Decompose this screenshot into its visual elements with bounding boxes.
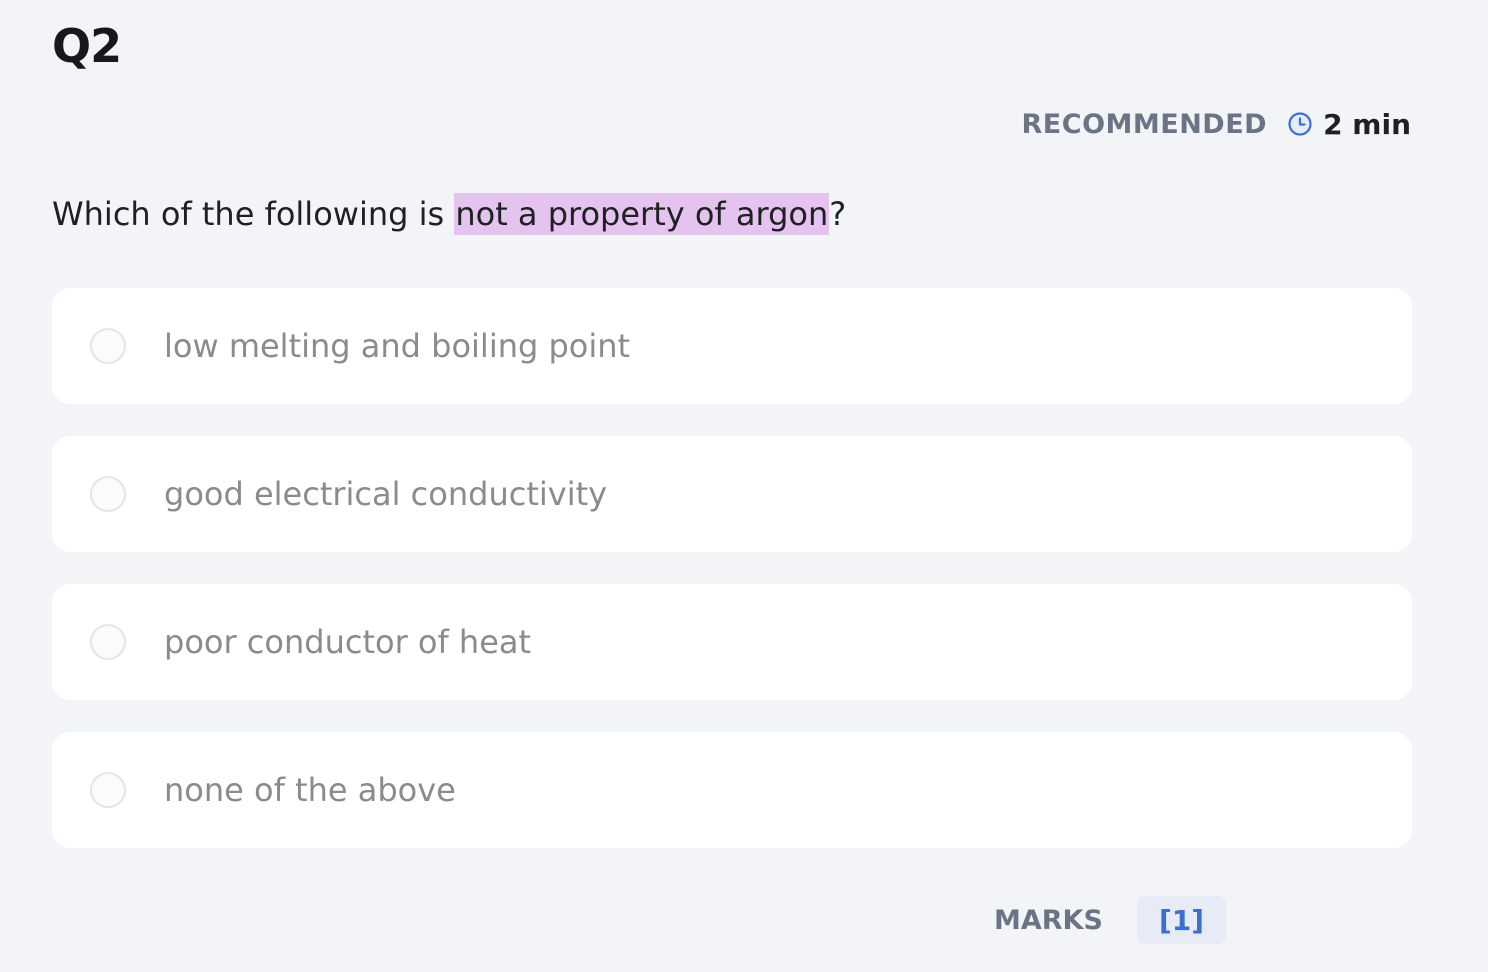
- question-highlight: not a property of argon: [454, 193, 830, 235]
- answer-option-label: poor conductor of heat: [164, 623, 532, 661]
- recommended-time-value: 2 min: [1323, 107, 1411, 141]
- answer-option-label: none of the above: [164, 771, 456, 809]
- radio-button[interactable]: [90, 772, 126, 808]
- marks-label: MARKS: [994, 904, 1103, 936]
- question-text-after: ?: [829, 195, 847, 233]
- recommended-time: RECOMMENDED 2 min: [1022, 104, 1411, 144]
- marks: MARKS [1]: [994, 896, 1227, 944]
- answer-option-label: low melting and boiling point: [164, 327, 631, 365]
- radio-button[interactable]: [90, 328, 126, 364]
- question-text-before: Which of the following is: [52, 195, 455, 233]
- radio-button[interactable]: [90, 476, 126, 512]
- answer-option-label: good electrical conductivity: [164, 475, 608, 513]
- radio-button[interactable]: [90, 624, 126, 660]
- question-text: Which of the following is not a property…: [52, 190, 846, 238]
- recommended-label: RECOMMENDED: [1021, 108, 1268, 140]
- question-number: Q2: [52, 19, 122, 73]
- marks-badge: [1]: [1136, 896, 1227, 944]
- answer-option-1[interactable]: low melting and boiling point: [52, 288, 1412, 404]
- clock-icon: [1287, 111, 1313, 137]
- answer-option-4[interactable]: none of the above: [52, 732, 1412, 848]
- answer-option-3[interactable]: poor conductor of heat: [52, 584, 1412, 700]
- answer-option-2[interactable]: good electrical conductivity: [52, 436, 1412, 552]
- answer-options: low melting and boiling point good elect…: [52, 288, 1412, 880]
